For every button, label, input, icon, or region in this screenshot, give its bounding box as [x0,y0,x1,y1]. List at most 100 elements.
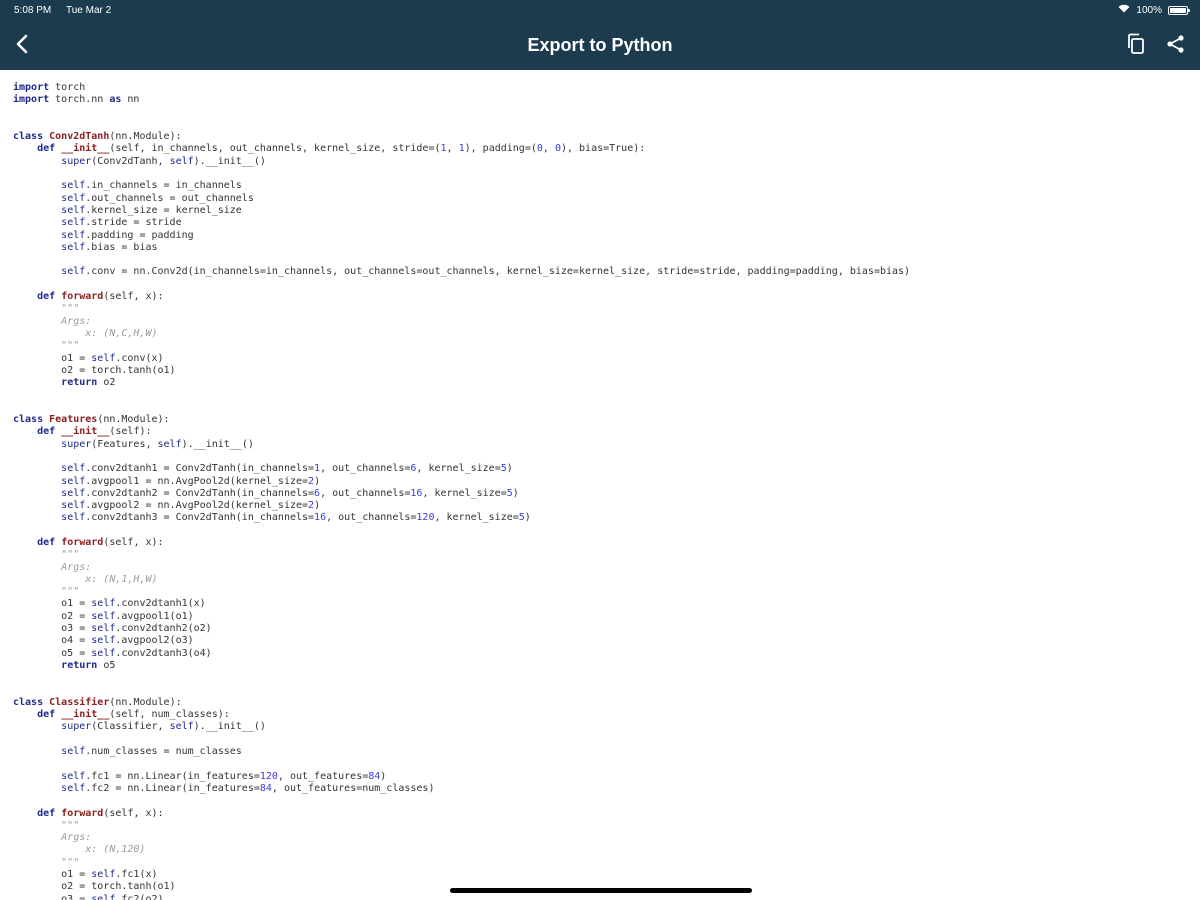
code-token: self [61,241,86,253]
code-token: __init__ [61,709,110,721]
code-token: def [37,426,56,438]
code-token: class [13,696,44,708]
code-token: self [157,438,182,450]
code-token: Conv2dTanh [49,131,110,143]
code-token: .conv2dtanh2(o2) [115,623,212,635]
code-line: self.fc2 = nn.Linear(in_features=84, out… [13,783,1200,795]
code-token: self [61,180,86,192]
code-line: class Conv2dTanh(nn.Module): [13,131,1200,143]
code-token: self [61,192,86,204]
code-token: """ [13,819,80,831]
code-line: o5 = self.conv2dtanh3(o4) [13,648,1200,660]
code-line: self.in_channels = in_channels [13,180,1200,192]
code-token: ).__init__() [193,155,266,167]
code-token: self [91,623,116,635]
code-line: o1 = self.conv2dtanh1(x) [13,598,1200,610]
code-token: , kernel_size= [416,463,501,475]
code-token: .fc1(x) [115,869,158,880]
code-token: Features [49,414,98,426]
code-token: Args: [13,315,92,327]
code-line: super(Conv2dTanh, self).__init__() [13,156,1200,168]
code-token: x: (N,C,H,W) [13,327,158,339]
code-token: forward [61,536,104,548]
code-line: Args: [13,832,1200,844]
code-token: 16 [314,512,327,524]
battery-icon [1168,5,1190,15]
copy-button[interactable] [1122,32,1150,60]
code-token: torch [49,82,86,93]
code-token: .padding = padding [85,229,194,241]
code-line: super(Features, self).__init__() [13,439,1200,451]
share-button[interactable] [1162,32,1190,60]
code-line: self.avgpool2 = nn.AvgPool2d(kernel_size… [13,500,1200,512]
code-token: self [91,352,116,364]
code-token: def [37,143,56,155]
code-token: """ [13,586,80,598]
code-line: def forward(self, x): [13,537,1200,549]
code-token: o2 [97,377,116,389]
code-token: class [13,414,44,426]
code-line: o1 = self.fc1(x) [13,869,1200,881]
code-token: class [13,131,44,143]
code-token: .bias = bias [85,241,158,253]
code-token: 120 [259,770,278,782]
code-token: .avgpool2 = nn.AvgPool2d(kernel_size= [85,500,309,512]
home-indicator [450,888,752,893]
code-token: ) [506,463,513,475]
code-token: torch.nn [49,94,110,106]
code-line: self.conv2dtanh2 = Conv2dTanh(in_channel… [13,488,1200,500]
code-line: self.bias = bias [13,242,1200,254]
code-viewer[interactable]: import torch import torch.nn as nn class … [0,70,1200,900]
code-token: return [61,659,98,671]
code-line: """ [13,857,1200,869]
code-token: 16 [410,487,423,499]
code-token: ) [380,770,387,782]
code-token: self [61,487,86,499]
code-line: return o2 [13,377,1200,389]
wifi-icon [1118,4,1130,16]
code-token: self [91,647,116,659]
code-token: Args: [13,832,92,844]
code-token: super [61,438,92,450]
code-token: , out_features= [277,770,369,782]
code-line: o3 = self.fc2(o2) [13,894,1200,900]
code-line: import torch [13,82,1200,94]
code-token: ) [314,500,321,512]
page-title: Export to Python [527,35,673,55]
code-line: class Features(nn.Module): [13,414,1200,426]
code-line: self.kernel_size = kernel_size [13,205,1200,217]
code-token: .avgpool2(o3) [115,635,194,647]
code-line: self.fc1 = nn.Linear(in_features=120, ou… [13,771,1200,783]
code-line: self.conv = nn.Conv2d(in_channels=in_cha… [13,266,1200,278]
code-token: .conv2dtanh1 = Conv2dTanh(in_channels= [85,463,315,475]
code-token: (self): [109,426,152,438]
code-line: def __init__(self, num_classes): [13,709,1200,721]
code-line: """ [13,549,1200,561]
code-token: (self, in_channels, out_channels, kernel… [109,143,441,155]
code-token: (Features, [91,438,158,450]
navigation-bar: Export to Python [0,22,1200,70]
code-token: self [61,475,86,487]
code-token: , out_channels= [320,487,411,499]
code-token: return [61,377,98,389]
code-token: __init__ [61,143,110,155]
code-line: self.conv2dtanh3 = Conv2dTanh(in_channel… [13,512,1200,524]
code-line: x: (N,1,H,W) [13,574,1200,586]
code-line: def __init__(self, in_channels, out_chan… [13,143,1200,155]
code-line: o2 = self.avgpool1(o1) [13,611,1200,623]
code-token: __init__ [61,426,110,438]
